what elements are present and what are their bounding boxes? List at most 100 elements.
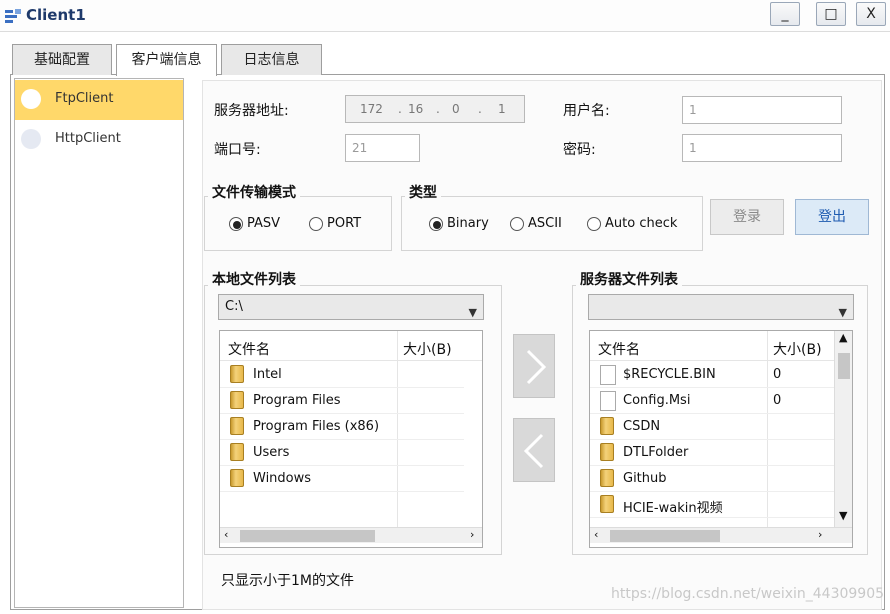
server-file-list[interactable]: 文件名 大小(B) $RECYCLE.BIN 0 Config.Msi 0 CSDN DT…: [589, 330, 853, 548]
server-col-size[interactable]: 大小(B): [773, 339, 822, 359]
file-size: 0: [773, 367, 782, 382]
port-input[interactable]: 21: [345, 134, 420, 162]
chevron-right-icon: [526, 349, 547, 385]
folder-icon: [230, 365, 244, 383]
binary-label: Binary: [447, 216, 489, 231]
ftp-client-icon: [21, 89, 41, 109]
chevron-left-icon: [523, 433, 544, 469]
maximize-button[interactable]: □: [816, 2, 846, 26]
local-hscroll-thumb[interactable]: [240, 530, 375, 542]
window-title: Client1: [26, 6, 86, 24]
folder-icon: [230, 391, 244, 409]
folder-icon: [600, 495, 614, 513]
ip-address-input[interactable]: 172 . 16 . 0 . 1: [345, 95, 525, 123]
server-path-select[interactable]: ▼: [588, 294, 854, 320]
client-item-label: HttpClient: [55, 131, 121, 146]
folder-icon: [230, 443, 244, 461]
logout-button[interactable]: 登出: [795, 199, 869, 235]
ip-octet-4: 1: [498, 102, 506, 116]
file-row[interactable]: Config.Msi 0: [590, 388, 834, 414]
port-label: 端口号:: [214, 142, 261, 158]
folder-icon: [600, 469, 614, 487]
transfer-mode-title: 文件传输模式: [208, 182, 300, 202]
file-row[interactable]: HCIE-wakin视频: [590, 492, 834, 518]
server-files-title: 服务器文件列表: [576, 269, 682, 289]
scroll-left-icon[interactable]: ‹: [224, 528, 228, 541]
app-icon: [5, 9, 21, 23]
port-mode-label: PORT: [327, 216, 362, 231]
folder-icon: [230, 417, 244, 435]
password-label: 密码:: [563, 142, 596, 158]
local-col-size[interactable]: 大小(B): [403, 339, 452, 359]
file-name: Users: [253, 445, 290, 460]
server-vscroll-thumb[interactable]: [838, 353, 850, 379]
local-files-title: 本地文件列表: [208, 269, 300, 289]
local-path-value: C:\: [225, 299, 243, 314]
username-input[interactable]: 1: [682, 96, 842, 124]
local-path-select[interactable]: C:\ ▼: [218, 294, 484, 320]
file-name: Intel: [253, 367, 282, 382]
client-item-label: FtpClient: [55, 91, 114, 106]
download-button[interactable]: [513, 418, 555, 482]
chevron-down-icon: ▼: [468, 306, 477, 319]
local-hscrollbar[interactable]: ‹ ›: [220, 527, 482, 543]
server-col-name[interactable]: 文件名: [598, 339, 640, 359]
file-name: Program Files (x86): [253, 419, 380, 434]
port-radio[interactable]: [309, 217, 323, 231]
tab-client-info[interactable]: 客户端信息: [116, 44, 217, 76]
ip-octet-2: 16: [408, 102, 424, 116]
file-row[interactable]: DTLFolder: [590, 440, 834, 466]
file-row[interactable]: Windows: [220, 466, 464, 492]
client-item-http[interactable]: HttpClient: [15, 120, 183, 160]
file-name: CSDN: [623, 419, 661, 434]
scroll-right-icon[interactable]: ›: [470, 528, 474, 541]
pasv-radio[interactable]: [229, 217, 243, 231]
ip-dot-1: .: [398, 102, 402, 116]
scroll-up-icon[interactable]: ▲: [839, 331, 847, 344]
scroll-down-icon[interactable]: ▼: [839, 509, 847, 522]
ip-octet-3: 0: [452, 102, 460, 116]
login-button[interactable]: 登录: [710, 199, 784, 235]
file-row[interactable]: Program Files: [220, 388, 464, 414]
close-button[interactable]: X: [856, 2, 886, 26]
file-row[interactable]: CSDN: [590, 414, 834, 440]
file-row[interactable]: Github: [590, 466, 834, 492]
tab-log-info[interactable]: 日志信息: [221, 44, 322, 75]
local-file-list[interactable]: 文件名 大小(B) Intel Program Files Program File…: [219, 330, 483, 548]
file-name: HCIE-wakin视频: [623, 501, 723, 516]
client-item-ftp[interactable]: FtpClient: [15, 80, 183, 120]
local-col-name[interactable]: 文件名: [228, 339, 270, 359]
file-name: Program Files: [253, 393, 341, 408]
server-vscrollbar[interactable]: ▲ ▼: [834, 331, 852, 527]
folder-icon: [600, 417, 614, 435]
file-row[interactable]: $RECYCLE.BIN 0: [590, 362, 834, 388]
server-hscrollbar[interactable]: ‹ ›: [590, 527, 852, 543]
file-size: 0: [773, 393, 782, 408]
auto-check-radio[interactable]: [587, 217, 601, 231]
file-row[interactable]: Program Files (x86): [220, 414, 464, 440]
file-name: Github: [623, 471, 667, 486]
watermark: https://blog.csdn.net/weixin_44309905: [611, 586, 885, 602]
server-hscroll-thumb[interactable]: [610, 530, 720, 542]
binary-radio[interactable]: [429, 217, 443, 231]
file-name: Config.Msi: [623, 393, 691, 408]
tab-basic-config[interactable]: 基础配置: [12, 44, 112, 75]
upload-button[interactable]: [513, 334, 555, 398]
http-client-icon: [21, 129, 41, 149]
ascii-radio[interactable]: [510, 217, 524, 231]
scroll-right-icon[interactable]: ›: [818, 528, 822, 541]
file-name: Windows: [253, 471, 312, 486]
minimize-button[interactable]: _: [770, 2, 800, 26]
file-icon: [600, 391, 616, 411]
folder-icon: [600, 443, 614, 461]
file-row[interactable]: Intel: [220, 362, 464, 388]
server-address-label: 服务器地址:: [214, 103, 289, 119]
password-input[interactable]: 1: [682, 134, 842, 162]
file-row[interactable]: Users: [220, 440, 464, 466]
size-limit-note: 只显示小于1M的文件: [221, 573, 354, 589]
auto-check-label: Auto check: [605, 216, 678, 231]
ascii-label: ASCII: [528, 216, 562, 231]
scroll-left-icon[interactable]: ‹: [594, 528, 598, 541]
pasv-label: PASV: [247, 216, 281, 231]
chevron-down-icon: ▼: [838, 306, 847, 319]
